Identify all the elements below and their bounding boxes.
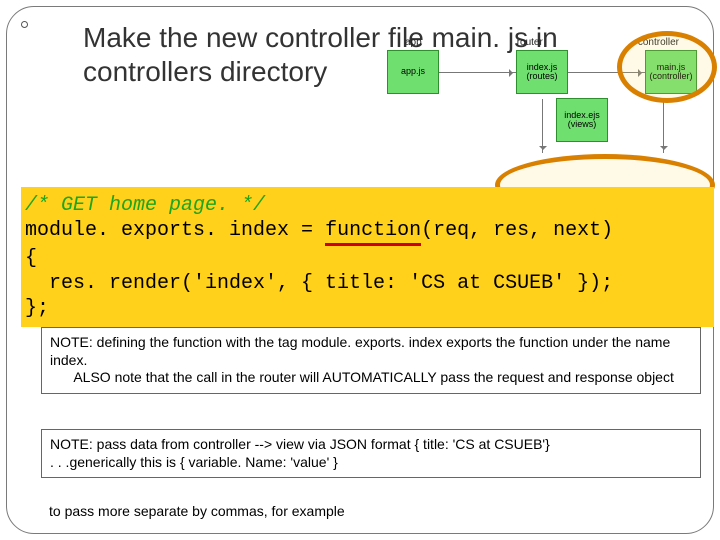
arrow-icon	[439, 72, 516, 73]
code-line-5: };	[25, 296, 710, 321]
mvc-diagram: app router controller app.js index.js (r…	[387, 37, 697, 202]
code-text: module. exports. index =	[25, 219, 325, 242]
box-app: app.js	[387, 50, 439, 94]
note-commas: to pass more separate by commas, for exa…	[41, 497, 701, 527]
code-text: (req, res, next)	[421, 219, 613, 242]
code-comment: /* GET home page. */	[25, 193, 710, 218]
box-view: index.ejs (views)	[556, 98, 608, 142]
label-app: app	[405, 37, 422, 48]
note-exports: NOTE: defining the function with the tag…	[41, 327, 701, 394]
code-block: /* GET home page. */ module. exports. in…	[21, 187, 714, 327]
box-router: index.js (routes)	[516, 50, 568, 94]
code-line-2: module. exports. index = function(req, r…	[25, 218, 710, 246]
slide-frame: Make the new controller file main. js in…	[6, 6, 714, 534]
highlight-controller	[617, 31, 717, 103]
label-router: router	[517, 37, 543, 48]
arrow-down-icon	[663, 99, 664, 153]
function-keyword-underlined: function	[325, 218, 421, 246]
note-pass-data: NOTE: pass data from controller --> view…	[41, 429, 701, 478]
code-line-3: {	[25, 246, 710, 271]
code-line-4: res. render('index', { title: 'CS at CSU…	[25, 271, 710, 296]
arrow-down-icon	[542, 99, 543, 153]
corner-marker	[21, 21, 28, 28]
